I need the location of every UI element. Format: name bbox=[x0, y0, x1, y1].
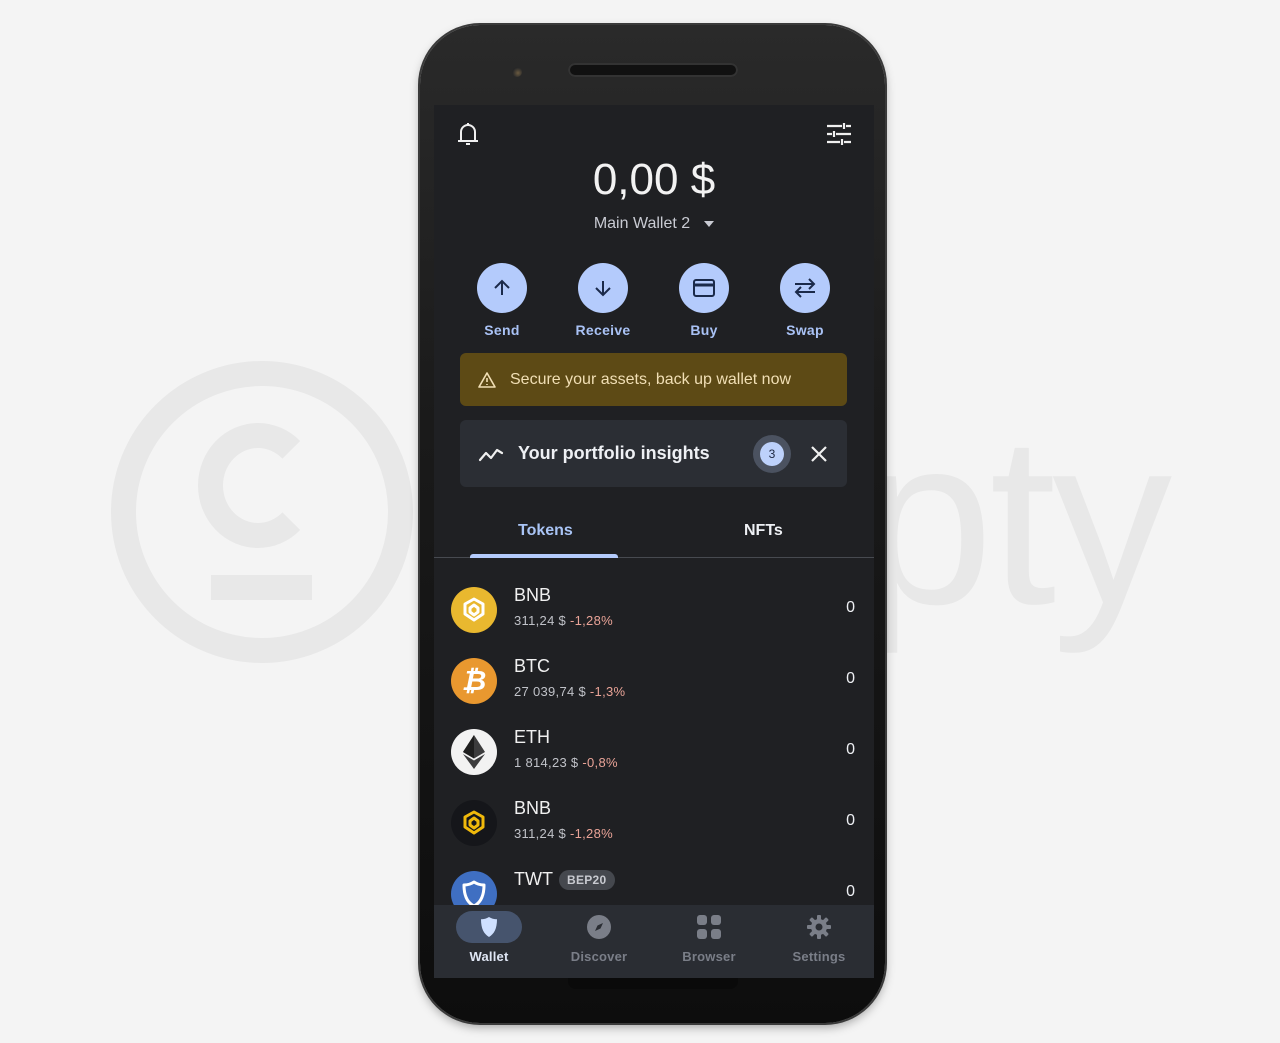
warning-icon bbox=[478, 371, 496, 388]
nav-wallet-label: Wallet bbox=[469, 949, 509, 964]
nav-browser[interactable]: Browser bbox=[654, 911, 764, 964]
gear-icon bbox=[807, 915, 831, 939]
token-symbol: ETH bbox=[514, 727, 550, 747]
sliders-icon bbox=[827, 123, 851, 145]
earpiece-speaker bbox=[568, 63, 738, 77]
nav-discover-pill bbox=[566, 911, 632, 943]
watermark-text: pty bbox=[860, 386, 1172, 654]
token-symbol: TWT BEP20 bbox=[514, 869, 615, 890]
grid-icon bbox=[697, 915, 721, 939]
network-chip: BEP20 bbox=[558, 869, 615, 890]
close-icon[interactable] bbox=[809, 444, 829, 464]
nav-settings-pill bbox=[786, 911, 852, 943]
token-balance: 0 bbox=[846, 670, 855, 687]
bnb-logo-icon bbox=[451, 587, 497, 633]
token-price: 311,24 $ -1,28% bbox=[514, 826, 613, 841]
receive-label: Receive bbox=[575, 322, 631, 338]
token-balance: 0 bbox=[846, 883, 855, 900]
token-row-btc[interactable]: ₿ BTC 27 039,74 $ -1,3% 0 bbox=[434, 648, 874, 719]
insights-count-badge: 3 bbox=[753, 434, 791, 473]
trend-line-icon bbox=[478, 448, 504, 461]
send-circle bbox=[477, 263, 527, 313]
price-change: -1,28% bbox=[569, 613, 613, 628]
swap-circle bbox=[780, 263, 830, 313]
buy-button[interactable]: Buy bbox=[664, 263, 744, 338]
swap-label: Swap bbox=[786, 322, 824, 338]
price-change: -1,28% bbox=[569, 826, 613, 841]
active-tab-indicator bbox=[470, 554, 618, 558]
token-price: 311,24 $ -1,28% bbox=[514, 613, 613, 628]
buy-circle bbox=[679, 263, 729, 313]
nav-browser-label: Browser bbox=[682, 949, 736, 964]
token-price: 1 814,23 $ -0,8% bbox=[514, 755, 618, 770]
asset-tabs: Tokens NFTs bbox=[434, 510, 874, 558]
caret-down-icon bbox=[704, 221, 715, 227]
send-button[interactable]: Send bbox=[462, 263, 542, 338]
shield-icon bbox=[481, 917, 497, 937]
send-label: Send bbox=[484, 322, 520, 338]
front-camera bbox=[512, 67, 522, 77]
watermark-c bbox=[198, 423, 318, 548]
token-row-bnb-bep20[interactable]: BNB 311,24 $ -1,28% 0 bbox=[434, 790, 874, 861]
receive-button[interactable]: Receive bbox=[563, 263, 643, 338]
tab-tokens[interactable]: Tokens bbox=[518, 522, 573, 540]
token-symbol: BNB bbox=[514, 585, 552, 605]
watermark-bar bbox=[211, 575, 312, 600]
buy-label: Buy bbox=[690, 322, 718, 338]
insights-title: Your portfolio insights bbox=[518, 443, 710, 463]
token-balance: 0 bbox=[846, 741, 855, 758]
wallet-selector[interactable]: Main Wallet 2 bbox=[434, 215, 874, 233]
bnb-logo-icon bbox=[451, 800, 497, 846]
nav-browser-pill bbox=[676, 911, 742, 943]
token-price: 27 039,74 $ -1,3% bbox=[514, 684, 626, 699]
token-balance: 0 bbox=[846, 812, 855, 829]
nav-discover-label: Discover bbox=[570, 949, 628, 964]
insights-count: 3 bbox=[760, 441, 784, 466]
eth-logo-icon bbox=[451, 729, 497, 775]
arrow-down-icon bbox=[595, 281, 611, 297]
tab-nfts[interactable]: NFTs bbox=[744, 522, 783, 540]
nav-settings-label: Settings bbox=[792, 949, 846, 964]
token-row-eth[interactable]: ETH 1 814,23 $ -0,8% 0 bbox=[434, 719, 874, 790]
token-symbol: BTC bbox=[514, 656, 550, 676]
btc-logo-icon: ₿ bbox=[451, 658, 497, 704]
wallet-name: Main Wallet 2 bbox=[593, 215, 691, 232]
credit-card-icon bbox=[693, 279, 715, 297]
nav-discover[interactable]: Discover bbox=[544, 911, 654, 964]
bottom-navigation: Wallet Discover Browser Settings bbox=[434, 905, 874, 978]
token-balance: 0 bbox=[846, 599, 855, 616]
bell-icon bbox=[458, 123, 478, 145]
nav-wallet-pill bbox=[456, 911, 522, 943]
total-balance: 0,00 $ bbox=[592, 155, 716, 204]
backup-warning-banner[interactable]: Secure your assets, back up wallet now bbox=[460, 353, 847, 406]
price-change: -0,8% bbox=[582, 755, 618, 770]
filters-button[interactable] bbox=[824, 119, 854, 149]
bottom-speaker bbox=[568, 977, 738, 989]
compass-icon bbox=[587, 915, 611, 939]
arrow-up-icon bbox=[494, 279, 510, 295]
swap-button[interactable]: Swap bbox=[765, 263, 845, 338]
token-row-bnb[interactable]: BNB 311,24 $ -1,28% 0 bbox=[434, 577, 874, 648]
price-change: -1,3% bbox=[589, 684, 626, 699]
token-symbol: BNB bbox=[514, 798, 552, 818]
notifications-button[interactable] bbox=[454, 119, 482, 149]
nav-wallet[interactable]: Wallet bbox=[434, 911, 544, 964]
backup-warning-text: Secure your assets, back up wallet now bbox=[510, 370, 792, 388]
phone-frame: 0,00 $ Main Wallet 2 Send Receive Buy Sw… bbox=[420, 25, 885, 1023]
swap-icon bbox=[794, 278, 816, 298]
portfolio-insights-card[interactable]: Your portfolio insights 3 bbox=[460, 420, 847, 487]
receive-circle bbox=[578, 263, 628, 313]
wallet-screen: 0,00 $ Main Wallet 2 Send Receive Buy Sw… bbox=[434, 105, 874, 978]
nav-settings[interactable]: Settings bbox=[764, 911, 874, 964]
